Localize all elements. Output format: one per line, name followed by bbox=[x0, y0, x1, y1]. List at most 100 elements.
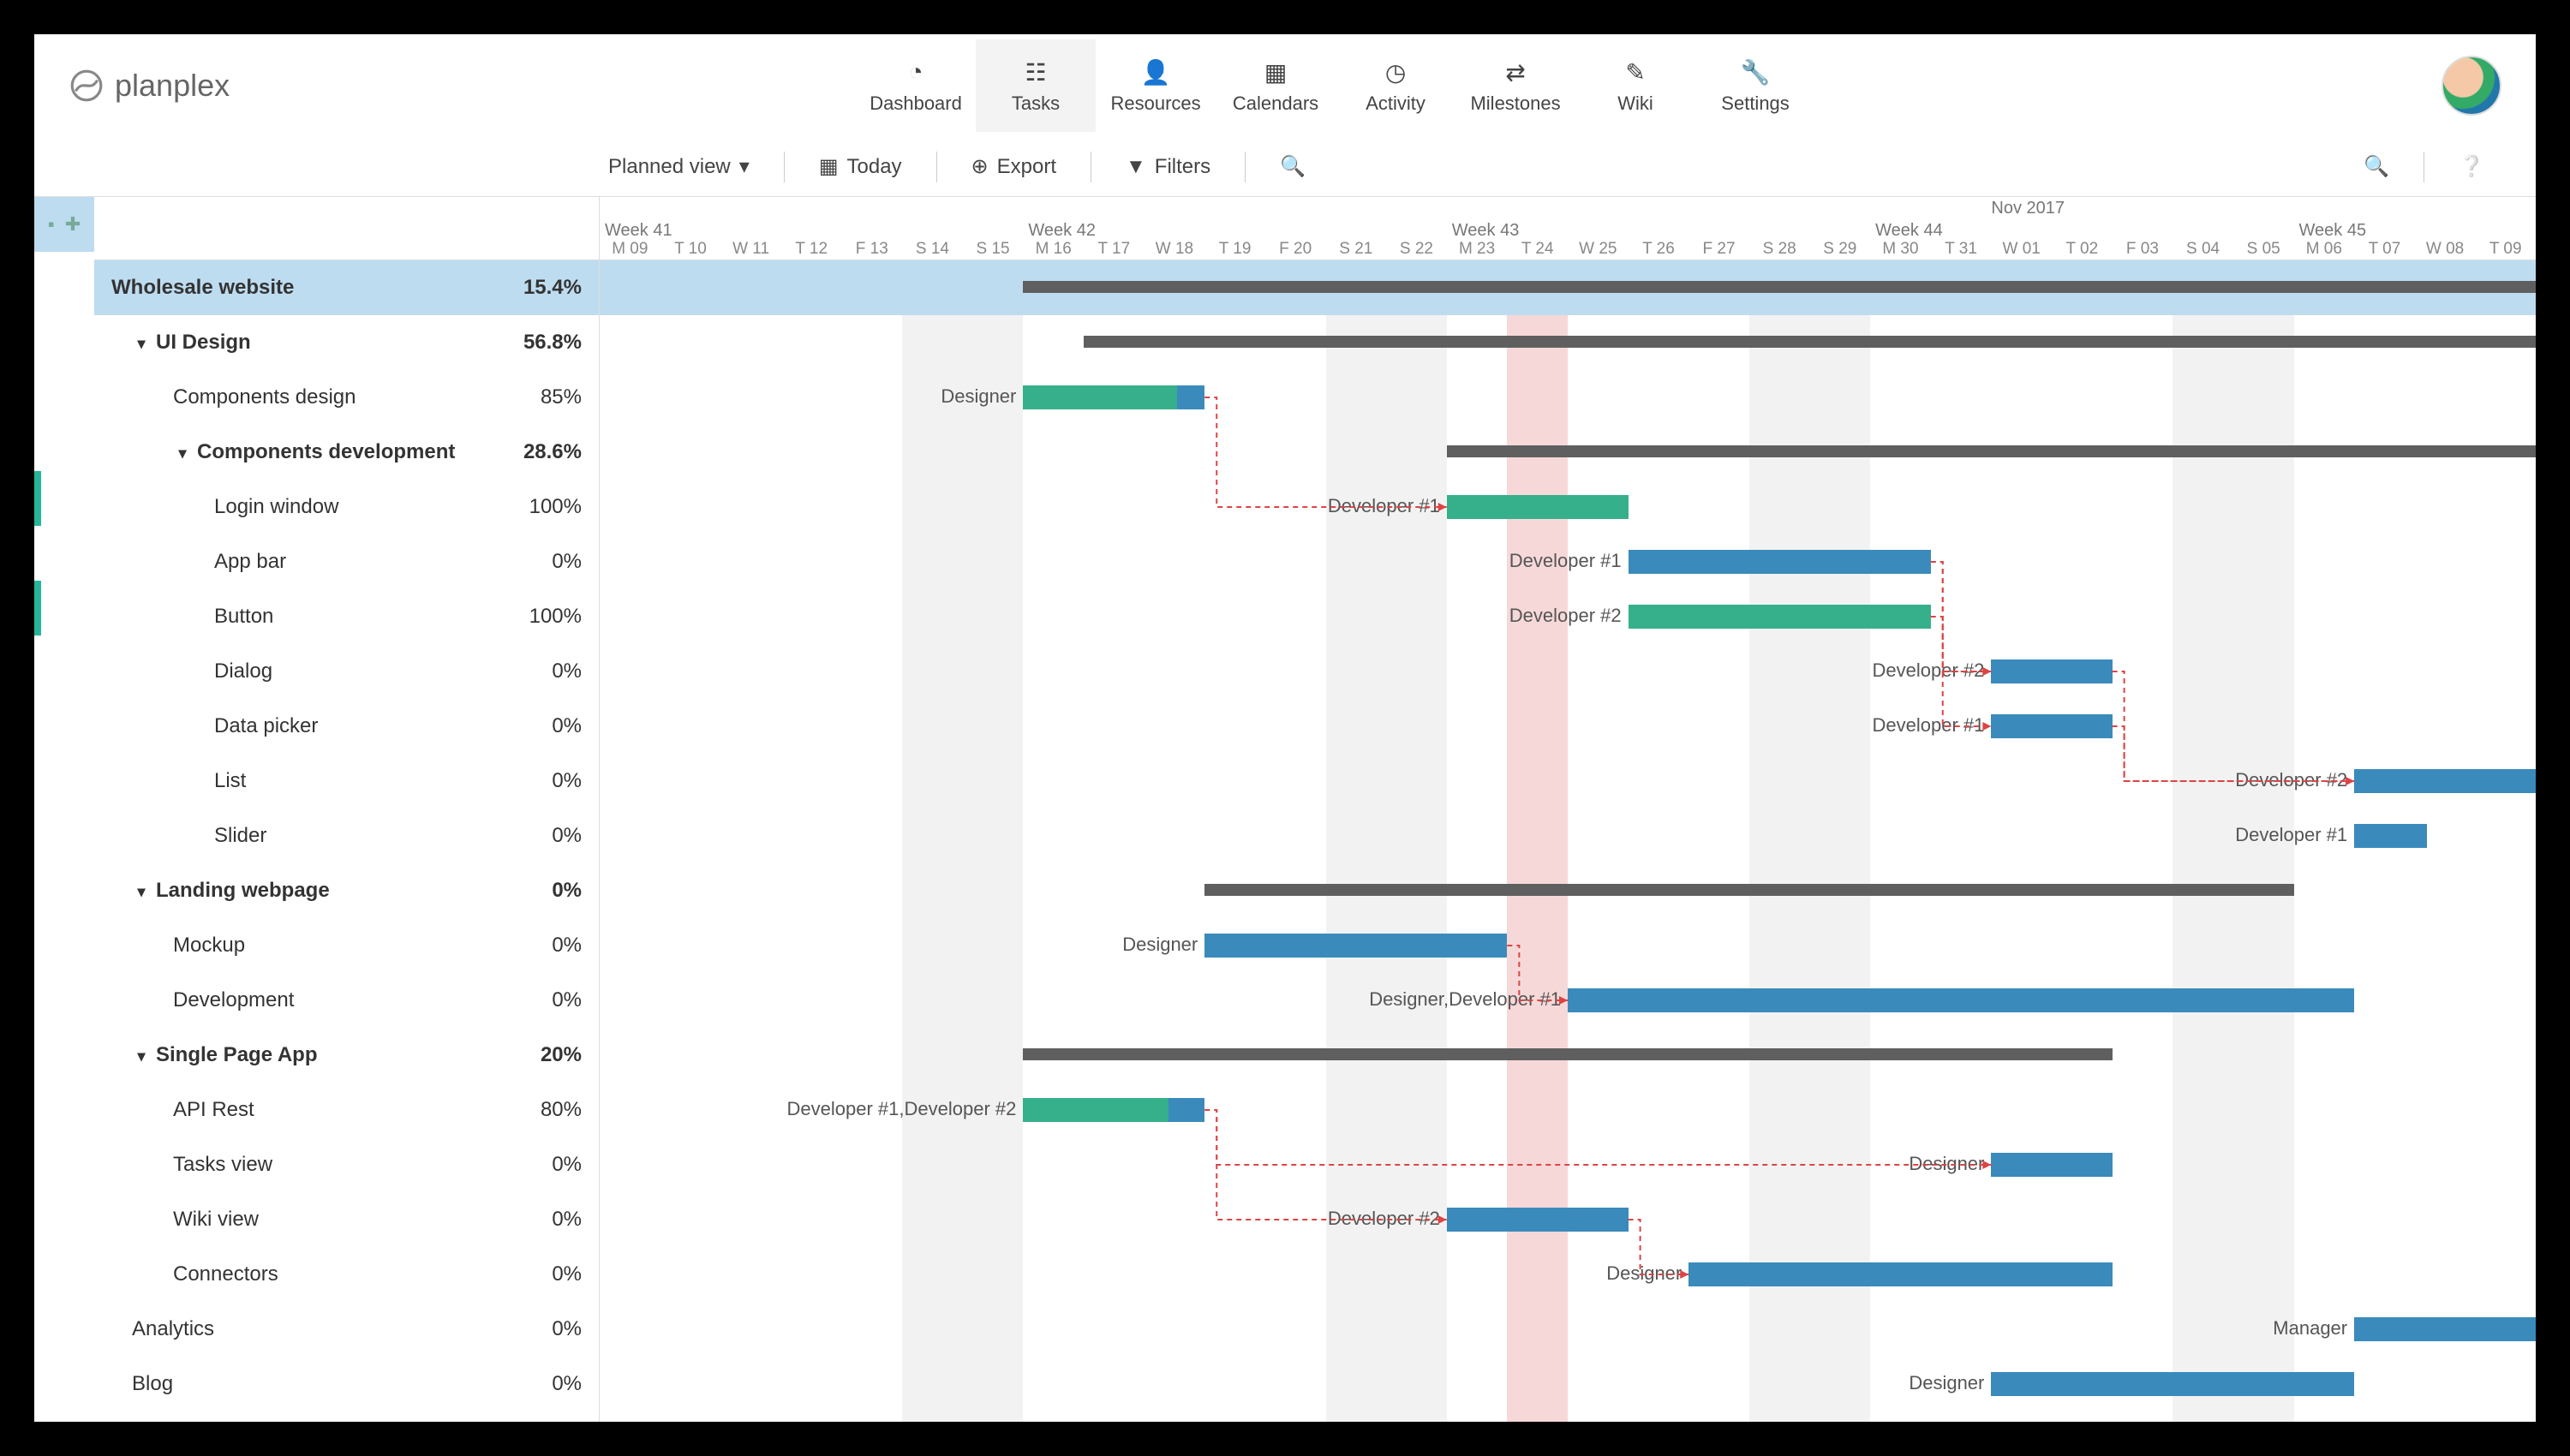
nav-label: Dashboard bbox=[856, 92, 976, 115]
task-bar[interactable] bbox=[1568, 988, 2354, 1012]
task-percent: 0% bbox=[487, 824, 582, 848]
task-row-api[interactable]: API Rest80% bbox=[94, 1083, 599, 1137]
chevron-down-icon[interactable]: ▾ bbox=[132, 335, 151, 353]
task-row-landing[interactable]: ▾Landing webpage0% bbox=[94, 863, 599, 918]
task-row-button[interactable]: Button100% bbox=[94, 589, 599, 644]
task-row-blog[interactable]: Blog0% bbox=[94, 1357, 599, 1411]
dashboard-icon: ◔ bbox=[856, 57, 976, 87]
task-row-mockup[interactable]: Mockup0% bbox=[94, 918, 599, 973]
chevron-down-icon[interactable]: ▾ bbox=[132, 1047, 151, 1065]
help-icon: ❔ bbox=[2459, 154, 2484, 179]
task-percent: 0% bbox=[487, 1372, 582, 1396]
task-row-conn[interactable]: Connectors0% bbox=[94, 1247, 599, 1302]
task-bar[interactable] bbox=[2354, 824, 2427, 848]
day-label: T 19 bbox=[1204, 240, 1265, 259]
export-button[interactable]: ⊕Export bbox=[963, 149, 1065, 184]
week-label: Week 45 bbox=[2299, 221, 2367, 241]
zoom-in-button[interactable]: 🔍 bbox=[2355, 149, 2398, 184]
nav-calendars[interactable]: ▦Calendars bbox=[1216, 39, 1336, 132]
gantt-chart[interactable]: Nov 2017Week 41Week 42Week 43Week 44Week… bbox=[600, 197, 2536, 1422]
view-selector[interactable]: Planned view ▾ bbox=[600, 149, 758, 184]
task-row-slider[interactable]: Slider0% bbox=[94, 809, 599, 863]
task-bar[interactable] bbox=[1023, 385, 1204, 409]
task-row-login[interactable]: Login window100% bbox=[94, 480, 599, 534]
task-bar[interactable] bbox=[1991, 714, 2112, 738]
nav-tasks[interactable]: ☷Tasks bbox=[976, 39, 1096, 132]
gantt-row: Developer #1,Developer #2 bbox=[600, 1083, 2536, 1137]
comment-icon[interactable]: ▪ bbox=[48, 213, 55, 236]
task-row-analytics[interactable]: Analytics0% bbox=[94, 1302, 599, 1357]
day-label: T 12 bbox=[781, 240, 842, 259]
add-icon[interactable]: ✚ bbox=[65, 213, 81, 236]
task-bar[interactable] bbox=[1991, 659, 2112, 683]
task-bar[interactable] bbox=[1629, 605, 1931, 629]
nav-label: Calendars bbox=[1216, 92, 1336, 115]
summary-bar[interactable] bbox=[1023, 281, 2536, 293]
task-bar[interactable] bbox=[1688, 1262, 2112, 1286]
export-icon: ⊕ bbox=[971, 154, 989, 179]
day-label: F 20 bbox=[1265, 240, 1326, 259]
task-bar[interactable] bbox=[1991, 1372, 2354, 1396]
day-label: S 29 bbox=[1810, 240, 1871, 259]
nav-activity[interactable]: ◷Activity bbox=[1336, 39, 1455, 132]
today-button[interactable]: ▦Today bbox=[810, 149, 911, 184]
chevron-down-icon[interactable]: ▾ bbox=[173, 445, 192, 462]
task-bar[interactable] bbox=[1023, 1098, 1204, 1122]
task-percent: 0% bbox=[487, 1153, 582, 1177]
day-label: T 07 bbox=[2354, 240, 2415, 259]
task-percent: 85% bbox=[487, 385, 582, 409]
app-header: planplex ◔ Dashboard☷Tasks👤Resources▦Cale… bbox=[34, 34, 2536, 137]
task-row-compd[interactable]: Components design85% bbox=[94, 370, 599, 425]
user-avatar[interactable] bbox=[2442, 56, 2501, 116]
task-name: Wiki view bbox=[173, 1208, 487, 1232]
nav-dashboard[interactable]: ◔ Dashboard bbox=[856, 39, 976, 132]
task-percent: 20% bbox=[487, 1043, 582, 1067]
tasks-icon: ☷ bbox=[976, 57, 1096, 87]
task-row-root[interactable]: Wholesale website15.4% bbox=[94, 260, 599, 315]
nav-resources[interactable]: 👤Resources bbox=[1096, 39, 1216, 132]
gantt-row: Developer #1 bbox=[600, 480, 2536, 534]
zoom-out-button[interactable]: 🔍 bbox=[1271, 149, 1314, 184]
nav-wiki[interactable]: ✎Wiki bbox=[1575, 39, 1695, 132]
nav-label: Settings bbox=[1695, 92, 1815, 115]
summary-bar[interactable] bbox=[1084, 336, 2536, 348]
task-bar[interactable] bbox=[2354, 1317, 2536, 1341]
task-row-ui[interactable]: ▾UI Design56.8% bbox=[94, 315, 599, 370]
gantt-row: Developer #2 bbox=[600, 644, 2536, 699]
task-bar[interactable] bbox=[2354, 769, 2536, 793]
assignee-label: Designer bbox=[600, 1262, 1682, 1285]
task-row-datapick[interactable]: Data picker0% bbox=[94, 699, 599, 754]
gantt-row: Developer #1 bbox=[600, 534, 2536, 589]
help-button[interactable]: ❔ bbox=[2450, 149, 2493, 184]
task-row-dev[interactable]: Development0% bbox=[94, 973, 599, 1028]
task-row-list[interactable]: List0% bbox=[94, 754, 599, 809]
brand-logo[interactable]: planplex bbox=[69, 68, 230, 104]
chevron-down-icon[interactable]: ▾ bbox=[132, 883, 151, 901]
task-bar[interactable] bbox=[1204, 934, 1507, 958]
day-label: T 17 bbox=[1084, 240, 1145, 259]
nav-milestones[interactable]: ⇄Milestones bbox=[1455, 39, 1575, 132]
summary-bar[interactable] bbox=[1447, 445, 2536, 457]
task-percent: 56.8% bbox=[487, 331, 582, 355]
task-bar[interactable] bbox=[1447, 1208, 1629, 1232]
main-nav: ◔ Dashboard☷Tasks👤Resources▦Calendars◷Act… bbox=[230, 39, 2442, 132]
task-bar[interactable] bbox=[1991, 1153, 2112, 1177]
task-bar[interactable] bbox=[1447, 495, 1629, 519]
task-name: Mockup bbox=[173, 934, 487, 958]
task-row-spa[interactable]: ▾Single Page App20% bbox=[94, 1028, 599, 1083]
task-row-wikiv[interactable]: Wiki view0% bbox=[94, 1192, 599, 1247]
task-row-tasksv[interactable]: Tasks view0% bbox=[94, 1137, 599, 1192]
task-bar[interactable] bbox=[1629, 550, 1931, 574]
task-row-appbar[interactable]: App bar0% bbox=[94, 534, 599, 589]
task-row-dialog[interactable]: Dialog0% bbox=[94, 644, 599, 699]
nav-settings[interactable]: 🔧Settings bbox=[1695, 39, 1815, 132]
day-label: F 03 bbox=[2113, 240, 2173, 259]
summary-bar[interactable] bbox=[1204, 884, 2293, 896]
summary-bar[interactable] bbox=[1023, 1048, 2112, 1060]
filters-button[interactable]: ▼Filters bbox=[1117, 150, 1219, 184]
gantt-row: Developer #1 bbox=[600, 809, 2536, 863]
task-row-compdev[interactable]: ▾Components development28.6% bbox=[94, 425, 599, 480]
gantt-row: Developer #2 bbox=[600, 1192, 2536, 1247]
assignee-label: Designer bbox=[600, 1372, 1984, 1394]
gantt-row bbox=[600, 425, 2536, 480]
